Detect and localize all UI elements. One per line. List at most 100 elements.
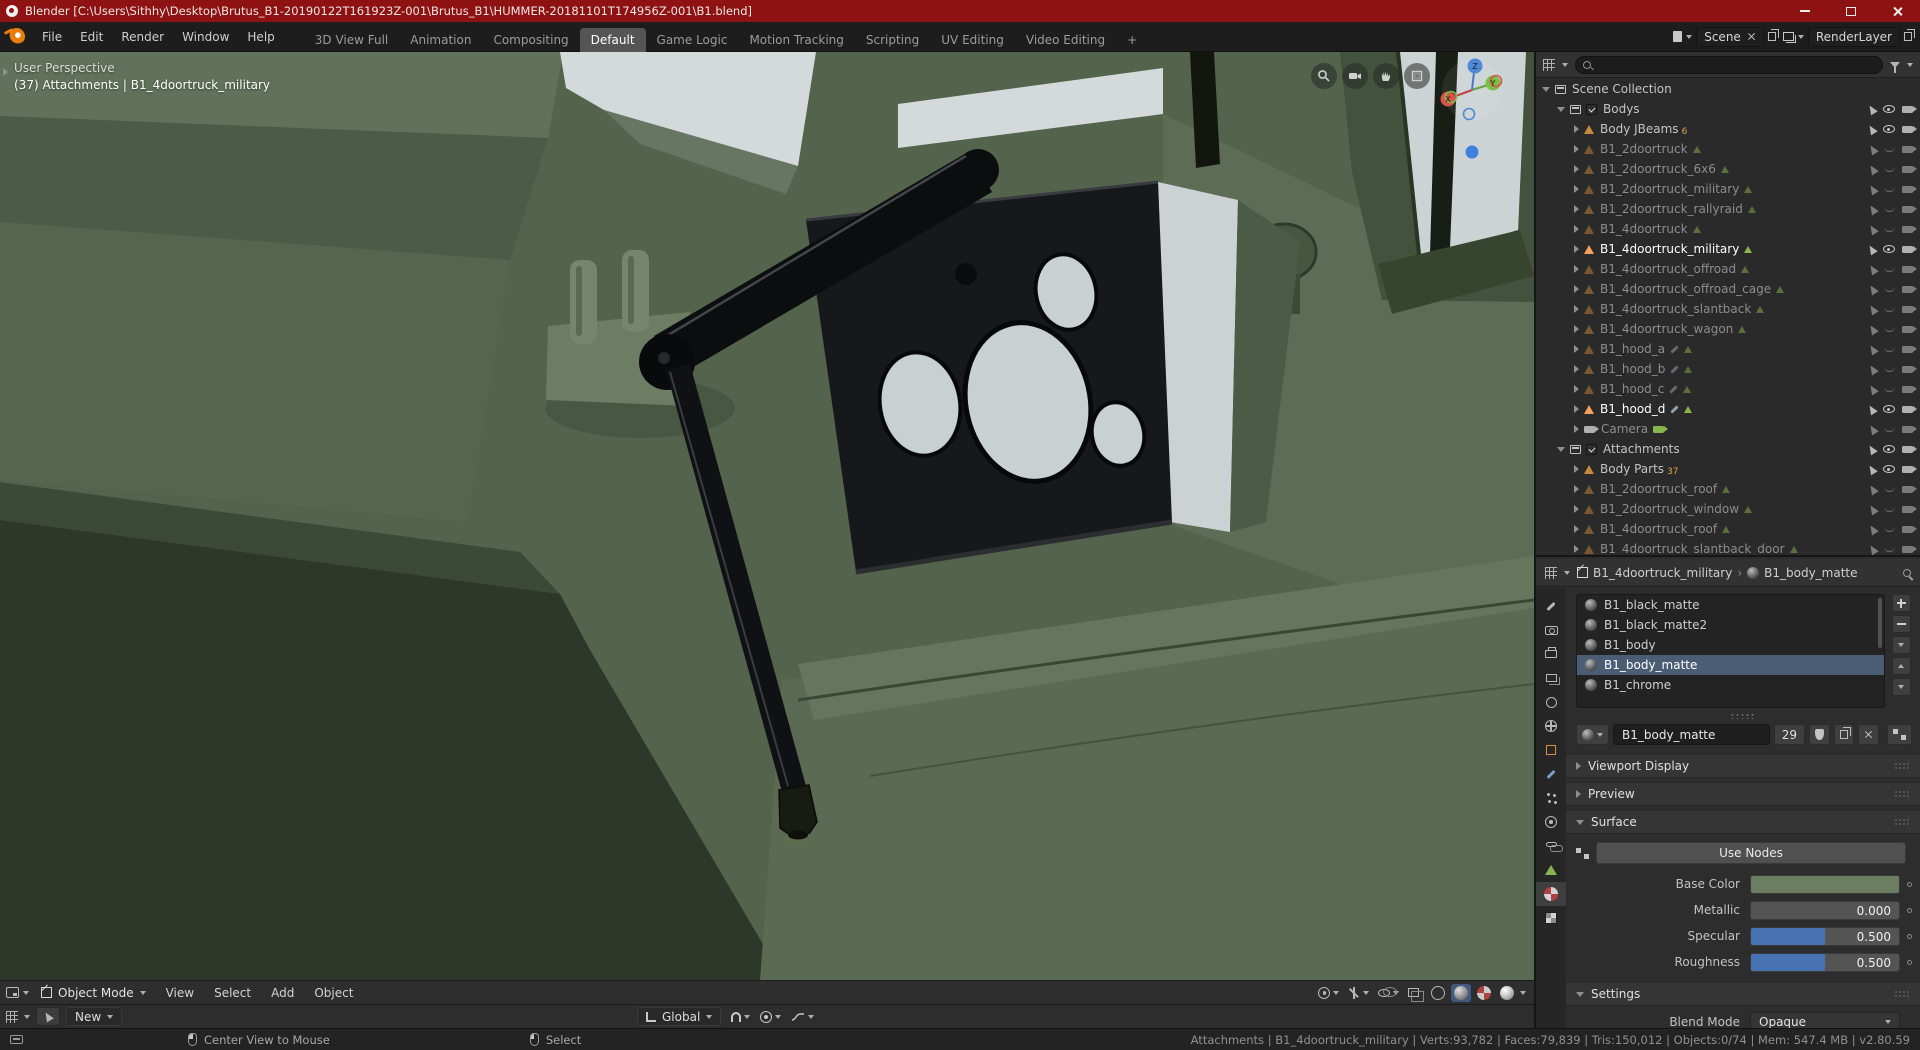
tab-object[interactable] [1536, 738, 1566, 762]
outliner-editor-dropdown-icon[interactable] [1562, 62, 1568, 67]
tab-output[interactable] [1536, 642, 1566, 666]
editor-type-icon[interactable] [6, 987, 19, 998]
panel-viewport-display[interactable]: Viewport Display [1566, 754, 1920, 778]
select-arrow-icon[interactable] [1866, 463, 1878, 475]
select-arrow-icon[interactable] [1867, 163, 1879, 175]
select-arrow-icon[interactable] [1867, 143, 1879, 155]
select-arrow-icon[interactable] [1866, 243, 1878, 255]
render-visibility-icon[interactable] [1902, 245, 1917, 253]
tab-particles[interactable] [1536, 786, 1566, 810]
shading-dropdown-icon[interactable] [1520, 990, 1526, 995]
expand-icon[interactable] [1574, 145, 1579, 153]
expand-icon[interactable] [1574, 485, 1579, 493]
tool-editor-icon[interactable] [6, 1010, 18, 1023]
remove-slot-button[interactable] [1891, 615, 1911, 633]
hide-eye-icon[interactable] [1884, 546, 1895, 552]
shading-material-button[interactable] [1474, 984, 1494, 1002]
expand-icon[interactable] [1574, 385, 1579, 393]
outliner-row-object[interactable]: B1_2doortruck_rallyraid [1536, 199, 1920, 219]
tab-scene[interactable] [1536, 690, 1566, 714]
breadcrumb-object-name[interactable]: B1_4doortruck_military [1593, 566, 1732, 580]
falloff-group[interactable] [791, 1012, 815, 1022]
render-visibility-icon[interactable] [1902, 145, 1917, 153]
menu-object[interactable]: Object [306, 986, 361, 1000]
menu-render[interactable]: Render [112, 30, 173, 44]
outliner-search-input[interactable] [1596, 57, 1875, 72]
outliner-row-object[interactable]: B1_2doortruck_6x6 [1536, 159, 1920, 179]
outliner-row-object[interactable]: B1_4doortruck_offroad_cage [1536, 279, 1920, 299]
blend-mode-dropdown[interactable]: Opaque [1750, 1012, 1900, 1028]
use-nodes-button[interactable]: Use Nodes [1596, 842, 1906, 864]
expand-icon[interactable] [1574, 125, 1579, 133]
hide-eye-icon[interactable] [1884, 226, 1895, 232]
editor-type-dropdown-icon[interactable] [23, 990, 29, 995]
move-slot-up-button[interactable] [1891, 657, 1911, 675]
hide-eye-icon[interactable] [1883, 105, 1895, 113]
panel-grip[interactable] [1894, 818, 1910, 826]
outliner-row-object[interactable]: B1_4doortruck_slantback [1536, 299, 1920, 319]
outliner-row-object[interactable]: Body JBeams 6 [1536, 119, 1920, 139]
hide-eye-icon[interactable] [1884, 166, 1895, 172]
expand-icon[interactable] [1574, 165, 1579, 173]
tab-compositing[interactable]: Compositing [482, 28, 579, 52]
hide-eye-icon[interactable] [1884, 266, 1895, 272]
hide-eye-icon[interactable] [1884, 506, 1895, 512]
menu-add[interactable]: Add [263, 986, 302, 1000]
render-visibility-icon[interactable] [1902, 425, 1917, 433]
hide-eye-icon[interactable] [1884, 366, 1895, 372]
collection-checkbox[interactable] [1586, 443, 1597, 455]
fake-user-button[interactable] [1809, 724, 1830, 745]
expand-icon[interactable] [1574, 225, 1579, 233]
select-arrow-icon[interactable] [1867, 483, 1879, 495]
panel-settings[interactable]: Settings [1566, 982, 1920, 1006]
render-visibility-icon[interactable] [1902, 405, 1917, 413]
expand-icon[interactable] [1542, 86, 1550, 92]
gizmos-group[interactable] [1348, 986, 1369, 999]
list-resize-grip[interactable] [1730, 713, 1756, 719]
outliner-row-object[interactable]: B1_4doortruck_slantback_door [1536, 539, 1920, 555]
proportional-edit-group[interactable] [760, 1010, 782, 1023]
render-visibility-icon[interactable] [1902, 525, 1917, 533]
tab-physics[interactable] [1536, 810, 1566, 834]
unlink-scene-icon[interactable] [1747, 32, 1756, 41]
hide-eye-icon[interactable] [1883, 465, 1895, 473]
menu-help[interactable]: Help [238, 30, 283, 44]
specular-slider[interactable]: 0.500 [1750, 926, 1900, 946]
menu-edit[interactable]: Edit [71, 30, 112, 44]
overlays-group[interactable] [1378, 986, 1399, 997]
expand-icon[interactable] [1574, 185, 1579, 193]
roughness-slider[interactable]: 0.500 [1750, 952, 1900, 972]
outliner-row-object[interactable]: B1_2doortruck_roof [1536, 479, 1920, 499]
shading-wireframe-button[interactable] [1428, 984, 1448, 1002]
tool-editor-dropdown-icon[interactable] [24, 1014, 30, 1019]
select-arrow-icon[interactable] [1866, 123, 1878, 135]
render-visibility-icon[interactable] [1902, 165, 1917, 173]
outliner-row-collection[interactable]: Attachments [1536, 439, 1920, 459]
tab-constraints[interactable] [1536, 834, 1566, 858]
expand-icon[interactable] [1574, 325, 1579, 333]
browse-material-button[interactable] [1576, 724, 1609, 745]
select-arrow-icon[interactable] [1867, 303, 1879, 315]
render-visibility-icon[interactable] [1902, 465, 1917, 473]
move-slot-down-button[interactable] [1891, 678, 1911, 696]
select-arrow-icon[interactable] [1867, 283, 1879, 295]
metallic-field[interactable]: 0.000 [1750, 900, 1900, 920]
active-tool-button[interactable] [36, 1007, 60, 1026]
select-arrow-icon[interactable] [1867, 323, 1879, 335]
tab-object-data[interactable] [1536, 858, 1566, 882]
render-layer-field[interactable]: RenderLayer [1807, 26, 1900, 47]
tab-add-workspace[interactable]: + [1116, 28, 1148, 52]
select-arrow-icon[interactable] [1867, 523, 1879, 535]
material-slot[interactable]: B1_black_matte2 [1577, 615, 1884, 635]
expand-icon[interactable] [1574, 525, 1579, 533]
outliner-row-object[interactable]: B1_hood_c [1536, 379, 1920, 399]
properties-editor-dropdown-icon[interactable] [1564, 570, 1570, 575]
select-arrow-icon[interactable] [1867, 543, 1879, 555]
animate-dot[interactable] [1907, 959, 1912, 965]
xray-toggle-icon[interactable] [1408, 988, 1424, 1002]
outliner-row-object[interactable]: B1_4doortruck [1536, 219, 1920, 239]
properties-editor-icon[interactable] [1545, 566, 1557, 579]
outliner-row-object[interactable]: B1_4doortruck_roof [1536, 519, 1920, 539]
outliner-row-selected-object[interactable]: B1_hood_d [1536, 399, 1920, 419]
tool-preset-dropdown[interactable]: New [66, 1007, 123, 1026]
